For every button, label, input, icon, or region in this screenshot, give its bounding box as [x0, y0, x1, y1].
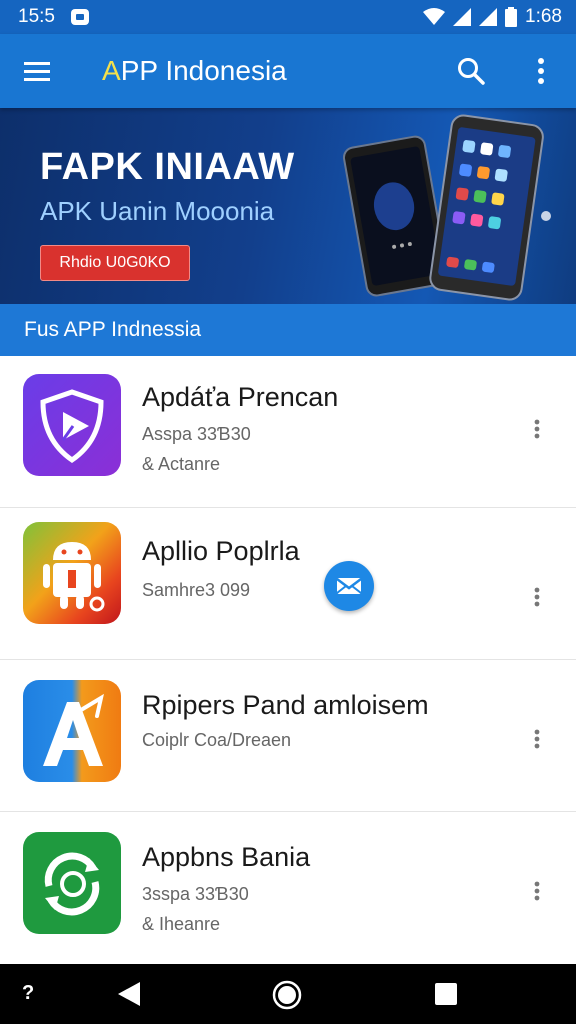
app-name: Appbns Bania [142, 842, 311, 872]
phones-illustration [342, 114, 551, 301]
row-more-icon[interactable] [526, 580, 548, 614]
android-icon [23, 522, 121, 624]
nav-extra-glyph: ? [22, 982, 35, 1004]
app-name: Apdáťa Prencan [142, 382, 339, 412]
chat-refresh-icon [23, 832, 121, 934]
app-meta: 3sspa 33Ɓ30 [142, 884, 249, 904]
banner-title: FAPK INIAAW [40, 146, 295, 188]
status-time-right: 1:68 [525, 6, 562, 27]
app-list: Apdáťa Prencan Asspa 33Ɓ30 & Actanre Apl… [0, 356, 576, 968]
search-icon[interactable] [454, 54, 488, 88]
wifi-icon [423, 8, 446, 26]
app-meta: Coiplr Coa/Dreaen [142, 730, 292, 750]
recent-apps-icon[interactable] [434, 982, 458, 1006]
row-more-icon[interactable] [526, 874, 548, 908]
app-name: Apllio Poplrla [142, 536, 300, 566]
list-item[interactable]: Apdáťa Prencan Asspa 33Ɓ30 & Actanre [0, 356, 576, 508]
notification-icon [70, 9, 89, 25]
status-time-left: 15:5 [18, 6, 55, 27]
row-more-icon[interactable] [526, 412, 548, 446]
back-icon[interactable] [116, 980, 142, 1008]
battery-icon [505, 7, 518, 27]
banner-subtitle: APK Uanin Mooonia [40, 196, 275, 226]
app-title: APP Indonesia [102, 55, 454, 87]
list-item[interactable]: Apllio Poplrla Samhre3 099 [0, 508, 576, 660]
menu-icon[interactable] [18, 52, 56, 90]
section-header: Fus APP Indnessia [0, 304, 576, 356]
home-icon[interactable] [272, 980, 302, 1010]
app-title-first-letter: A [102, 55, 121, 86]
app-meta-secondary: & Actanre [142, 454, 221, 474]
row-more-icon[interactable] [526, 722, 548, 756]
app-name: Rpipers Pand amloisem [142, 690, 429, 720]
list-item[interactable]: Rpipers Pand amloisem Coiplr Coa/Dreaen [0, 660, 576, 812]
status-bar: 15:5 1:68 [0, 0, 576, 34]
signal-icon-2 [479, 8, 498, 26]
app-meta: Asspa 33Ɓ30 [142, 424, 251, 444]
app-title-rest: PP Indonesia [120, 55, 287, 86]
promo-banner[interactable]: FAPK INIAAW APK Uanin Mooonia Rhdio U0G0… [0, 108, 576, 304]
app-bar: APP Indonesia [0, 34, 576, 108]
more-vert-icon[interactable] [524, 54, 558, 88]
mail-icon [336, 578, 362, 594]
signal-icon [453, 8, 472, 26]
list-item[interactable]: Appbns Bania 3sspa 33Ɓ30 & Iheanre [0, 812, 576, 968]
mail-fab[interactable] [324, 561, 374, 611]
shield-play-icon [23, 374, 121, 476]
app-meta: Samhre3 099 [142, 580, 251, 600]
letter-a-icon [23, 680, 121, 782]
banner-button[interactable]: Rhdio U0G0KO [40, 245, 190, 281]
system-nav-bar: ? [0, 964, 576, 1024]
app-meta-secondary: & Iheanre [142, 914, 221, 934]
